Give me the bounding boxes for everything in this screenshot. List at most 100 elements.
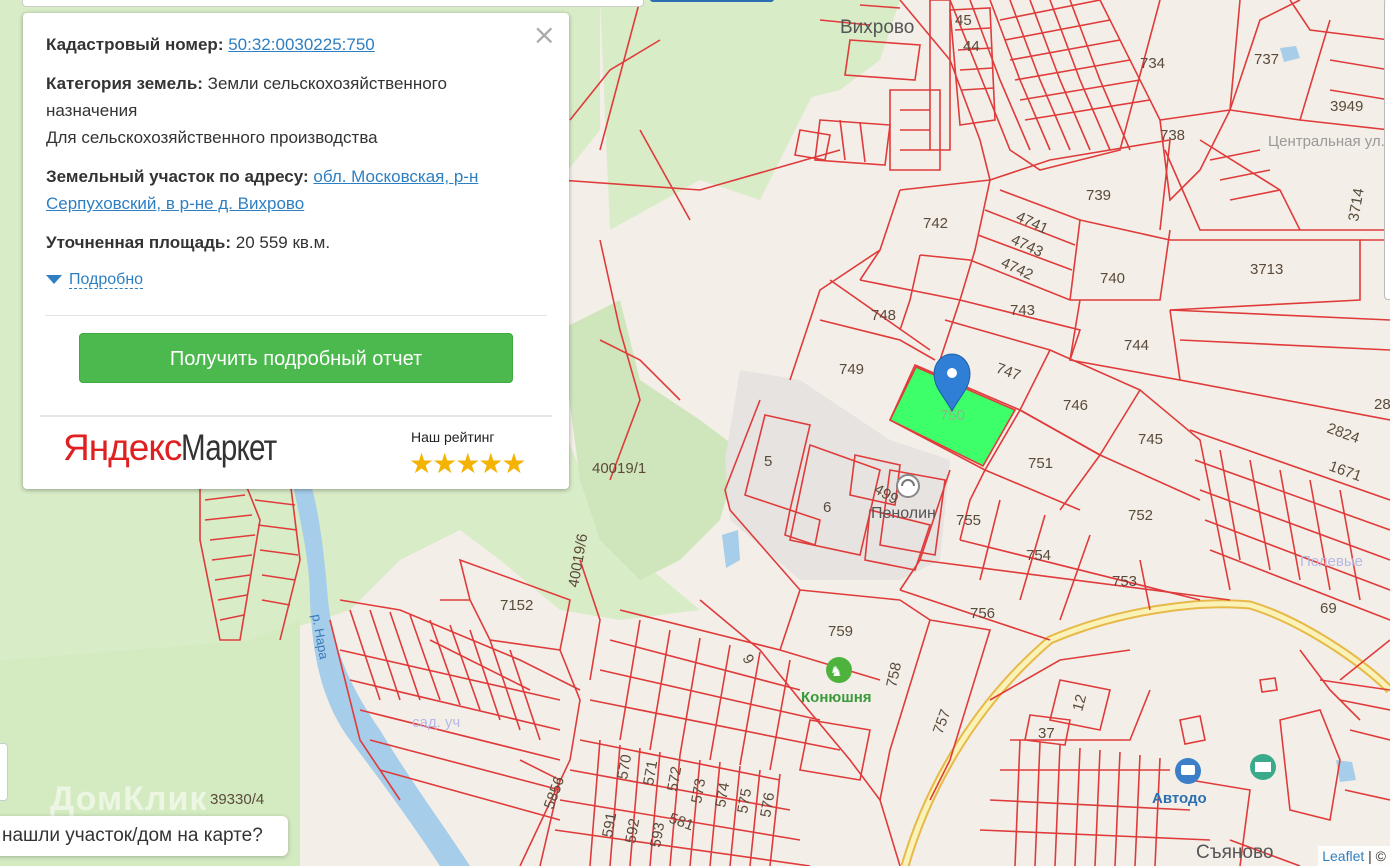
svg-text:740: 740 <box>1100 270 1125 287</box>
attribution-sep: | © <box>1364 848 1386 864</box>
rating-label: Наш рейтинг <box>411 429 495 445</box>
svg-text:574: 574 <box>712 781 733 809</box>
svg-text:751: 751 <box>1028 455 1053 472</box>
museum-poi-icon[interactable] <box>1250 754 1276 780</box>
place-label-syanovo: Съяново <box>1196 842 1273 863</box>
divider <box>40 415 552 417</box>
place-label-stable: Конюшня <box>801 689 872 706</box>
svg-text:575: 575 <box>734 787 755 815</box>
svg-text:581: 581 <box>667 810 696 835</box>
rating-stars-icon[interactable]: ★★★★★ <box>409 447 527 480</box>
leaflet-link[interactable]: Leaflet <box>1322 848 1364 864</box>
address-row: Земельный участок по адресу: обл. Москов… <box>46 163 536 217</box>
autodo-poi-icon[interactable] <box>1175 758 1201 784</box>
chat-bubble[interactable]: нашли участок/дом на карте? <box>0 816 288 856</box>
svg-text:2824: 2824 <box>1325 420 1362 447</box>
street-label-sad: сад. уч <box>412 714 460 731</box>
search-button[interactable] <box>650 0 774 2</box>
svg-text:757: 757 <box>930 707 955 736</box>
place-label-penolin: Пенолин <box>871 505 936 522</box>
svg-text:739: 739 <box>1086 187 1111 204</box>
svg-text:754: 754 <box>1026 547 1051 564</box>
svg-text:738: 738 <box>1160 127 1185 144</box>
forest-area-5 <box>780 0 900 100</box>
svg-text:759: 759 <box>828 623 853 640</box>
svg-text:756: 756 <box>970 605 995 622</box>
svg-text:748: 748 <box>871 307 896 324</box>
svg-text:745: 745 <box>1138 431 1163 448</box>
triangle-down-icon <box>46 275 62 285</box>
land-category-row: Категория земель: Земли сельскохозяйстве… <box>46 70 536 124</box>
street-label-central: Центральная ул. <box>1268 133 1385 150</box>
svg-text:1671: 1671 <box>1327 458 1364 485</box>
svg-text:753: 753 <box>1112 573 1137 590</box>
penolin-poi-icon[interactable] <box>896 474 920 498</box>
svg-text:737: 737 <box>1254 51 1279 68</box>
parcel-info-popup: × Кадастровый номер: 50:32:0030225:750 К… <box>23 13 569 489</box>
svg-text:752: 752 <box>1128 507 1153 524</box>
street-label-polevye: Полевые <box>1300 553 1363 570</box>
svg-text:572: 572 <box>664 765 685 793</box>
svg-text:746: 746 <box>1063 397 1088 414</box>
stable-poi-icon[interactable]: ♞ <box>826 657 852 683</box>
svg-text:591: 591 <box>599 811 620 839</box>
close-icon[interactable]: × <box>533 21 556 49</box>
svg-text:40019/1: 40019/1 <box>592 460 646 477</box>
svg-text:39330/4: 39330/4 <box>210 791 264 808</box>
divider <box>45 315 547 316</box>
svg-text:69: 69 <box>1320 600 1337 617</box>
svg-text:7152: 7152 <box>500 597 533 614</box>
svg-text:758: 758 <box>883 661 905 689</box>
area-label: Уточненная площадь: <box>46 233 231 252</box>
yandex-market-logo-part2: Маркет <box>181 427 277 468</box>
svg-text:573: 573 <box>688 777 709 805</box>
side-control[interactable] <box>0 743 8 801</box>
svg-text:3713: 3713 <box>1250 261 1283 278</box>
svg-text:755: 755 <box>956 512 981 529</box>
cadastral-number-label: Кадастровый номер: <box>46 35 224 54</box>
svg-text:5856: 5856 <box>541 774 568 811</box>
details-toggle[interactable]: Подробно <box>46 271 144 289</box>
svg-text:734: 734 <box>1140 55 1165 72</box>
svg-text:747: 747 <box>994 360 1023 385</box>
map-attribution: Leaflet | © <box>1318 846 1390 866</box>
svg-text:28: 28 <box>1374 396 1390 413</box>
area-value: 20 559 кв.м. <box>235 233 331 252</box>
svg-text:6: 6 <box>823 499 831 516</box>
svg-text:749: 749 <box>839 361 864 378</box>
svg-text:♞: ♞ <box>830 664 843 680</box>
main-road <box>900 599 1390 866</box>
svg-text:44: 44 <box>963 38 980 55</box>
yandex-market-logo-part1: Яндекс <box>63 427 182 468</box>
svg-text:3949: 3949 <box>1330 98 1363 115</box>
yandex-market-logo[interactable]: ЯндексМаркет <box>63 427 301 469</box>
cadastral-number-link[interactable]: 50:32:0030225:750 <box>228 35 375 54</box>
place-label-autodo: Автодо <box>1152 790 1207 807</box>
domclick-watermark: ДомКлик <box>50 780 208 818</box>
address-label: Земельный участок по адресу: <box>46 167 309 186</box>
svg-text:45: 45 <box>955 12 972 29</box>
get-report-button[interactable]: Получить подробный отчет <box>79 333 513 383</box>
svg-text:9: 9 <box>739 652 758 668</box>
svg-text:743: 743 <box>1010 302 1035 319</box>
pond-3 <box>1280 46 1300 62</box>
svg-text:3714: 3714 <box>1345 187 1368 223</box>
main-road-inner <box>902 601 1390 866</box>
svg-text:37: 37 <box>1038 725 1055 742</box>
land-category-label: Категория земель: <box>46 74 203 93</box>
svg-text:593: 593 <box>647 821 668 849</box>
map-layers-control[interactable] <box>1384 0 1390 300</box>
cadastral-number-row: Кадастровый номер: 50:32:0030225:750 <box>46 31 536 58</box>
details-toggle-label: Подробно <box>69 271 144 289</box>
area-row: Уточненная площадь: 20 559 кв.м. <box>46 229 536 256</box>
land-usage: Для сельскохозяйственного производства <box>46 128 378 147</box>
svg-text:5: 5 <box>764 453 772 470</box>
svg-text:592: 592 <box>622 817 643 845</box>
place-label-vikhrovo: Вихрово <box>840 17 914 38</box>
svg-text:742: 742 <box>923 215 948 232</box>
pond <box>722 530 740 568</box>
svg-text:570: 570 <box>614 753 635 781</box>
svg-text:744: 744 <box>1124 337 1149 354</box>
svg-text:12: 12 <box>1069 693 1090 714</box>
search-input[interactable] <box>22 0 644 7</box>
